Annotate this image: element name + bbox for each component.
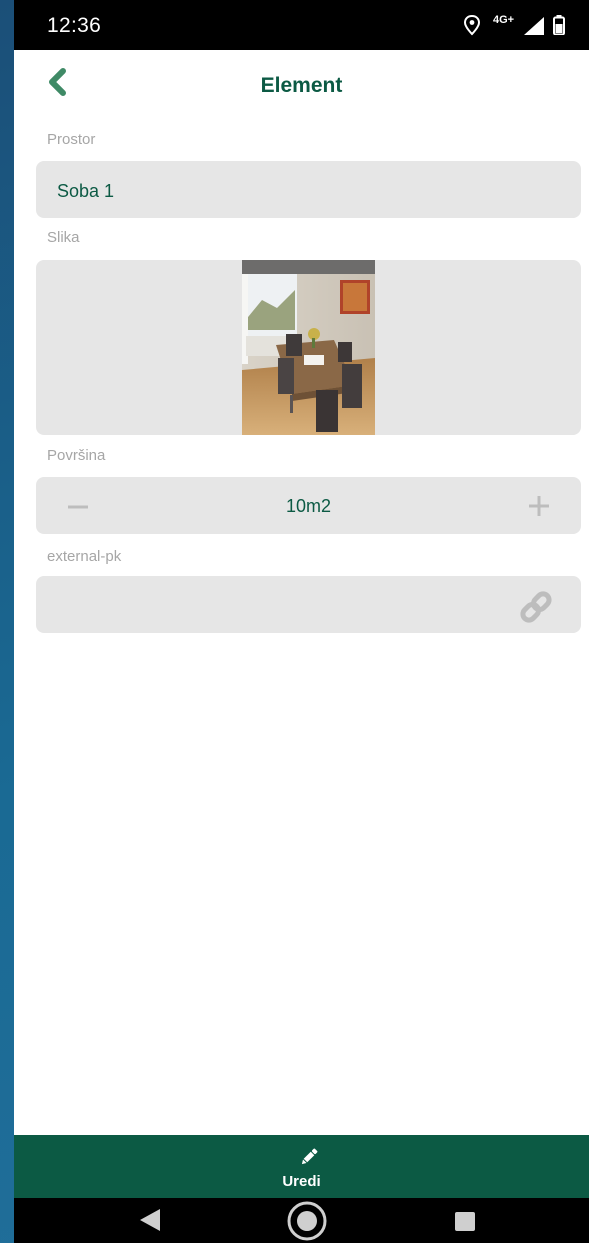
location-icon <box>463 14 481 36</box>
nav-recents-icon[interactable] <box>455 1212 475 1231</box>
status-icons: 4G+ <box>463 14 573 38</box>
battery-icon <box>553 15 565 35</box>
external-pk-field[interactable] <box>36 576 581 633</box>
povrsina-label: Površina <box>47 447 106 464</box>
prostor-value: Soba 1 <box>57 181 115 201</box>
link-button[interactable] <box>517 588 555 626</box>
increment-button[interactable] <box>527 494 551 518</box>
nav-back-icon[interactable] <box>140 1209 160 1231</box>
room-photo-image <box>242 260 375 435</box>
slika-label: Slika <box>47 229 80 246</box>
link-icon <box>520 591 552 623</box>
system-nav-bar <box>14 1198 589 1243</box>
room-photo[interactable] <box>242 260 375 435</box>
external-pk-label: external-pk <box>47 548 122 565</box>
app-bar: Element <box>14 50 589 120</box>
image-field[interactable] <box>36 260 581 435</box>
area-stepper: 10m2 <box>36 477 581 534</box>
status-bar: 12:36 4G+ <box>14 0 589 50</box>
status-time: 12:36 <box>47 14 102 37</box>
page-title: Element <box>260 74 343 97</box>
nav-home-icon[interactable] <box>287 1201 327 1241</box>
prostor-label: Prostor <box>47 131 96 148</box>
area-value: 10m2 <box>285 496 332 516</box>
edit-button[interactable]: Uredi <box>14 1135 589 1198</box>
prostor-field[interactable]: Soba 1 <box>36 161 581 218</box>
plus-icon <box>529 496 549 516</box>
edit-label: Uredi <box>282 1173 321 1190</box>
signal-icon <box>524 17 544 35</box>
phone-screen: 12:36 4G+ Element Prostor Soba 1 Slika P… <box>14 0 589 1243</box>
pencil-icon <box>301 1148 318 1165</box>
network-type: 4G+ <box>493 14 515 26</box>
